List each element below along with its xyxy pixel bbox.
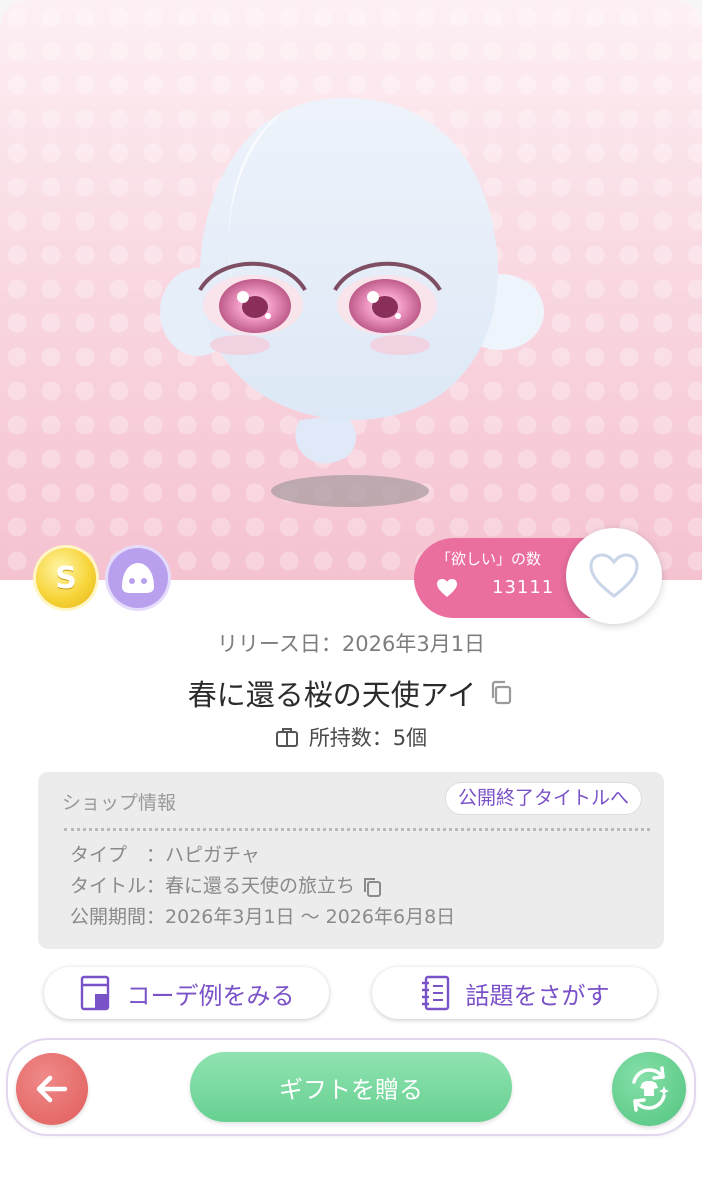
item-badges: S [36, 548, 168, 608]
info-period-row: 公開期間： 2026年3月1日 〜 2026年6月8日 [70, 906, 456, 928]
ended-title-link-button[interactable]: 公開終了タイトルへ [444, 782, 642, 815]
code-example-label: コーデ例をみる [126, 981, 295, 1010]
shop-info-panel: ショップ情報 公開終了タイトルへ タイプ ：ハピガチャ タイトル： 春に還る天使の… [38, 772, 664, 949]
arrow-left-icon [36, 1075, 68, 1103]
want-count-value: 13111 [492, 577, 555, 598]
try-on-swap-button[interactable] [612, 1052, 686, 1126]
item-title: 春に還る桜の天使アイ [187, 678, 477, 712]
heart-outline-icon [589, 553, 639, 598]
find-topic-label: 話題をさがす [465, 981, 610, 1010]
send-gift-label: ギフトを贈る [279, 1075, 423, 1104]
release-date: リリース日：2026年3月1日 [216, 632, 486, 656]
coin-s-icon: S [36, 548, 96, 608]
owned-count: 所持数：5個 [308, 726, 428, 750]
outfit-card-icon [80, 975, 109, 1011]
find-topic-button[interactable]: 話題をさがす [372, 967, 657, 1019]
item-detail-card: S 「欲しい」の数 13111 リリース日：2026年3月1日 春に還る桜の天使… [0, 0, 702, 1200]
copy-icon[interactable] [488, 679, 514, 707]
dotted-divider [64, 828, 650, 831]
item-preview-image [160, 97, 544, 507]
shirt-swap-icon [632, 1066, 669, 1112]
back-button[interactable] [16, 1053, 88, 1125]
send-gift-button[interactable]: ギフトを贈る [190, 1052, 512, 1122]
notebook-icon [421, 975, 449, 1011]
owned-count-row: 所持数：5個 [0, 722, 702, 752]
face-category-icon [108, 548, 168, 608]
info-type-row: タイプ ：ハピガチャ [70, 844, 260, 866]
bag-icon [275, 728, 298, 747]
shop-info-heading: ショップ情報 [62, 792, 177, 814]
item-preview-area [0, 0, 702, 580]
copy-title-icon[interactable] [361, 875, 383, 899]
want-heart-button[interactable] [566, 528, 662, 624]
heart-small-icon [437, 578, 457, 597]
info-title-row: タイトル： 春に還る天使の旅立ち [70, 871, 455, 902]
code-example-button[interactable]: コーデ例をみる [44, 967, 329, 1019]
